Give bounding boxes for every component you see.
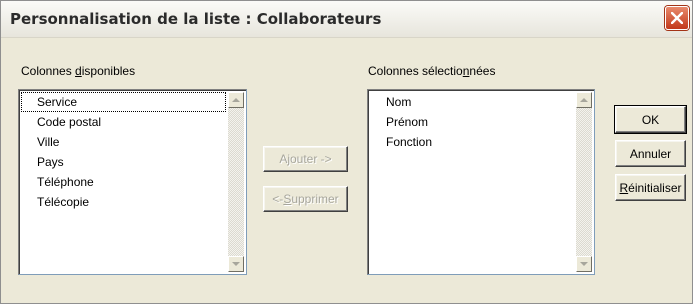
cancel-button[interactable]: Annuler <box>615 140 686 167</box>
available-columns-items: Service Code postal Ville Pays Téléphone Télé… <box>21 92 226 212</box>
add-column-button[interactable]: Ajouter -> <box>263 146 348 172</box>
list-item[interactable]: Fonction <box>370 132 574 152</box>
triangle-up-icon <box>580 98 588 102</box>
ok-button[interactable]: OK <box>615 106 686 133</box>
available-scrollbar[interactable] <box>228 92 244 272</box>
title-bar[interactable]: Personnalisation de la liste : Collabora… <box>1 1 692 38</box>
list-item[interactable]: Service <box>21 92 226 112</box>
selected-scroll-down-button[interactable] <box>576 256 592 272</box>
selected-columns-label: Colonnes sélectionnées <box>368 64 496 78</box>
list-item[interactable]: Code postal <box>21 112 226 132</box>
list-item[interactable]: Pays <box>21 152 226 172</box>
triangle-down-icon <box>232 262 240 266</box>
selected-scrollbar[interactable] <box>576 92 592 272</box>
list-item[interactable]: Ville <box>21 132 226 152</box>
dialog-title: Personnalisation de la liste : Collabora… <box>10 10 382 28</box>
close-icon <box>671 12 683 24</box>
list-item[interactable]: Télécopie <box>21 192 226 212</box>
selected-columns-listbox[interactable]: Nom Prénom Fonction <box>367 89 595 275</box>
available-scroll-down-button[interactable] <box>228 256 244 272</box>
available-scroll-up-button[interactable] <box>228 92 244 108</box>
close-button[interactable] <box>665 6 689 30</box>
list-item[interactable]: Prénom <box>370 112 574 132</box>
selected-columns-items: Nom Prénom Fonction <box>370 92 574 152</box>
list-item[interactable]: Nom <box>370 92 574 112</box>
list-item[interactable]: Téléphone <box>21 172 226 192</box>
customize-list-dialog: Personnalisation de la liste : Collabora… <box>0 0 693 304</box>
triangle-up-icon <box>232 98 240 102</box>
available-columns-listbox[interactable]: Service Code postal Ville Pays Téléphone Télé… <box>18 89 247 275</box>
available-columns-label: Colonnes disponibles <box>21 64 136 78</box>
reset-button[interactable]: Réinitialiser <box>615 174 686 201</box>
selected-scroll-up-button[interactable] <box>576 92 592 108</box>
remove-column-button[interactable]: <- Supprimer <box>263 186 348 212</box>
triangle-down-icon <box>580 262 588 266</box>
